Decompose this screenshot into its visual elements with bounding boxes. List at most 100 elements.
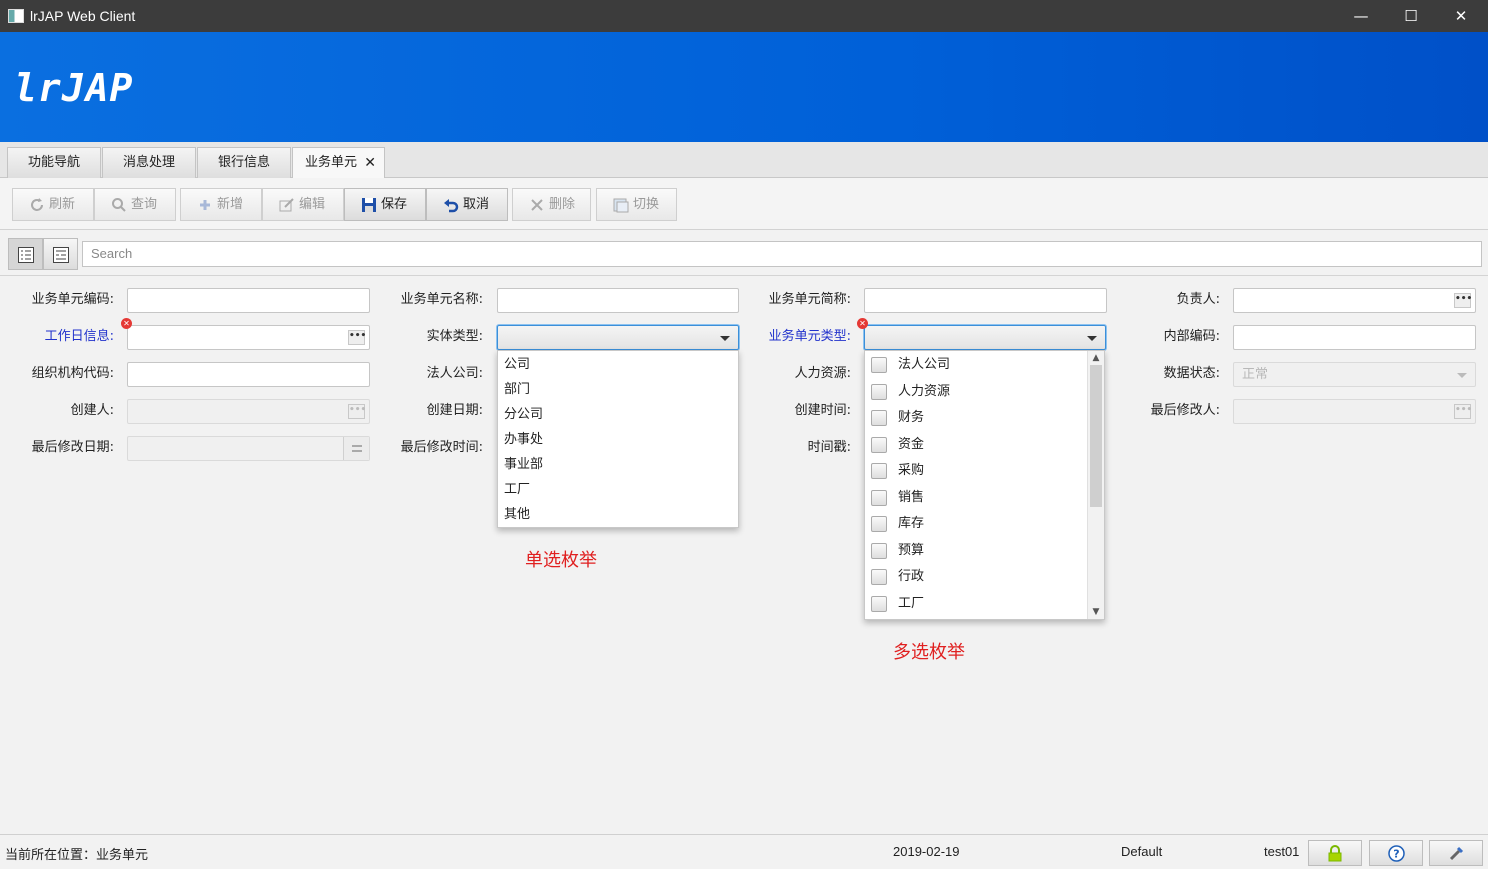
chevron-down-icon — [720, 336, 730, 341]
data-status-select: 正常 — [1233, 362, 1476, 387]
last-modify-date-label: 最后修改日期: — [31, 440, 114, 455]
dropdown-option[interactable]: 工厂 — [504, 478, 530, 502]
settings-button[interactable] — [1429, 840, 1483, 866]
save-button[interactable]: 保存 — [344, 188, 426, 221]
scroll-thumb[interactable] — [1090, 365, 1102, 507]
dropdown-scrollbar[interactable]: ▲ ▼ — [1087, 351, 1104, 619]
internal-code-input[interactable] — [1233, 325, 1476, 350]
tab-messages[interactable]: 消息处理 — [102, 147, 196, 178]
refresh-button[interactable]: 刷新 — [12, 188, 94, 221]
edit-button[interactable]: 编辑 — [262, 188, 344, 221]
list-view-button[interactable] — [8, 238, 43, 270]
checkbox-label: 销售 — [898, 490, 925, 505]
toolbar: 刷新 查询 新增 编辑 保存 取消 删除 切换 — [0, 178, 1488, 230]
delete-button[interactable]: 删除 — [512, 188, 591, 221]
dropdown-option[interactable]: 办事处 — [504, 428, 543, 452]
cancel-button[interactable]: 取消 — [426, 188, 508, 221]
legal-company-label: 法人公司: — [426, 366, 483, 381]
lock-icon — [1328, 845, 1342, 862]
checkbox[interactable] — [871, 437, 887, 453]
floppy-save-icon — [362, 198, 376, 212]
checkbox-label: 行政 — [898, 569, 925, 584]
add-button[interactable]: 新增 — [180, 188, 262, 221]
status-bar: 当前所在位置：业务单元 2019-02-19 Default test01 ? — [0, 834, 1488, 869]
unit-type-multiselect[interactable] — [864, 325, 1106, 350]
creator-label: 创建人: — [70, 403, 114, 418]
entity-type-select[interactable] — [497, 325, 739, 350]
tab-close-icon[interactable]: ✕ — [364, 148, 376, 178]
undo-icon — [444, 199, 459, 213]
entity-type-dropdown: 公司 部门 分公司 办事处 事业部 工厂 其他 — [497, 350, 739, 528]
chevron-down-icon — [1457, 373, 1467, 378]
dropdown-option[interactable]: 事业部 — [504, 453, 543, 477]
checkbox[interactable] — [871, 543, 887, 559]
scroll-up-icon[interactable]: ▲ — [1091, 353, 1101, 363]
edit-icon — [279, 198, 294, 212]
dropdown-option[interactable]: 公司 — [504, 353, 530, 377]
form-view-button[interactable] — [43, 238, 78, 270]
checkbox[interactable] — [871, 490, 887, 506]
checkbox[interactable] — [871, 569, 887, 585]
app-logo: lrJAP — [14, 66, 134, 110]
dropdown-option[interactable]: 其他 — [504, 503, 530, 527]
unit-type-label: 业务单元类型: — [768, 329, 851, 344]
checkbox-label: 法人公司 — [898, 357, 951, 372]
timestamp-label: 时间戳: — [807, 440, 851, 455]
org-code-input[interactable] — [127, 362, 370, 387]
checkbox-label: 库存 — [898, 516, 925, 531]
scroll-down-icon[interactable]: ▼ — [1091, 607, 1101, 617]
multi-select-annotation: 多选枚举 — [893, 642, 965, 663]
last-modify-time-label: 最后修改时间: — [400, 440, 483, 455]
chevron-down-icon — [1087, 336, 1097, 341]
checkbox-label: 资金 — [898, 437, 925, 452]
dropdown-option[interactable]: 分公司 — [504, 403, 543, 427]
header-banner: lrJAP — [0, 32, 1488, 142]
query-label: 查询 — [131, 197, 158, 212]
creator-lookup-field: ••• — [127, 399, 370, 424]
tab-business-unit[interactable]: 业务单元 ✕ — [292, 147, 385, 179]
plus-icon — [200, 200, 210, 210]
workday-lookup-field[interactable]: ••• — [127, 325, 370, 350]
cancel-label: 取消 — [463, 197, 490, 212]
window-title: lrJAP Web Client — [30, 8, 136, 24]
tab-label: 业务单元 — [305, 155, 358, 170]
checkbox[interactable] — [871, 463, 887, 479]
checkbox[interactable] — [871, 410, 887, 426]
app-icon — [8, 9, 24, 23]
unit-name-input[interactable] — [497, 288, 739, 313]
checkbox[interactable] — [871, 384, 887, 400]
search-input[interactable]: Search — [82, 241, 1482, 267]
internal-code-label: 内部编码: — [1163, 329, 1220, 344]
data-status-value: 正常 — [1242, 367, 1269, 382]
minimize-button[interactable]: — — [1336, 0, 1386, 32]
checkbox-label: 工厂 — [898, 596, 925, 611]
add-label: 新增 — [217, 197, 244, 212]
lock-button[interactable] — [1308, 840, 1362, 866]
checkbox[interactable] — [871, 357, 887, 373]
search-icon — [112, 198, 126, 212]
refresh-label: 刷新 — [49, 197, 76, 212]
single-select-annotation: 单选枚举 — [525, 550, 597, 571]
checkbox[interactable] — [871, 596, 887, 612]
last-modifier-label: 最后修改人: — [1150, 403, 1220, 418]
unit-code-input[interactable] — [127, 288, 370, 313]
close-window-button[interactable]: ✕ — [1436, 0, 1486, 32]
refresh-icon — [31, 198, 43, 211]
more-icon[interactable]: ••• — [1454, 293, 1472, 308]
switch-icon — [613, 198, 629, 213]
tab-bank-info[interactable]: 银行信息 — [197, 147, 291, 178]
more-icon[interactable]: ••• — [348, 330, 366, 345]
tab-label: 功能导航 — [27, 155, 80, 170]
dropdown-option[interactable]: 部门 — [504, 378, 530, 402]
unit-short-input[interactable] — [864, 288, 1107, 313]
create-time-label: 创建时间: — [794, 403, 851, 418]
help-button[interactable]: ? — [1369, 840, 1423, 866]
switch-button[interactable]: 切换 — [596, 188, 677, 221]
maximize-button[interactable]: ☐ — [1386, 0, 1436, 32]
last-modify-date-picker — [127, 436, 370, 461]
owner-lookup-field[interactable]: ••• — [1233, 288, 1476, 313]
query-button[interactable]: 查询 — [94, 188, 176, 221]
tab-function-nav[interactable]: 功能导航 — [7, 147, 101, 178]
checkbox[interactable] — [871, 516, 887, 532]
create-date-label: 创建日期: — [426, 403, 483, 418]
